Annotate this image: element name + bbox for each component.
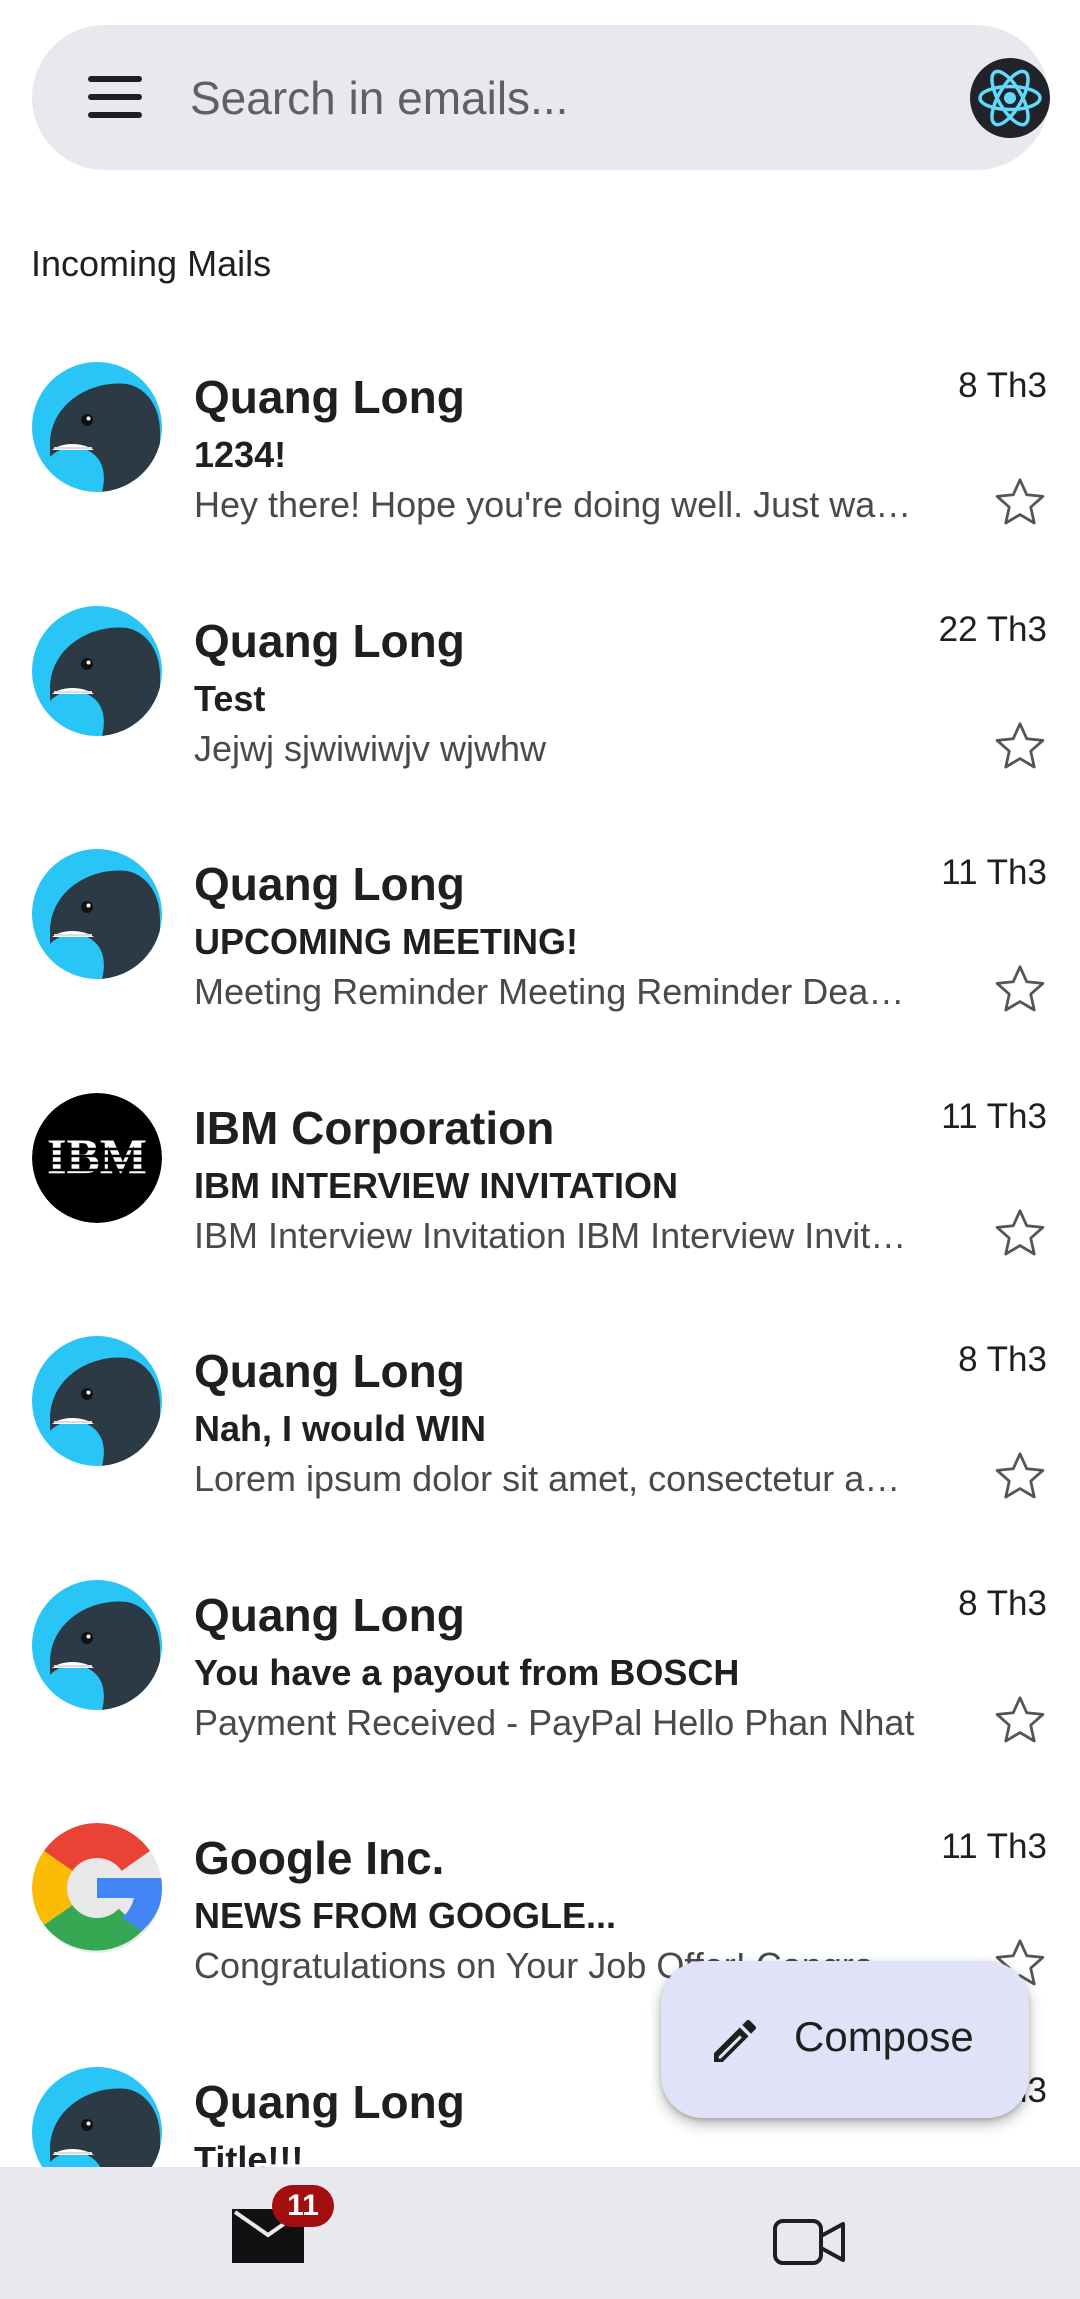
mail-preview: Lorem ipsum dolor sit amet, consectetur …: [194, 1458, 916, 1499]
mail-item[interactable]: Quang Long 22 Th3 Test Jejwj sjwiwiwjv wjwh…: [0, 605, 1080, 846]
mail-preview: Meeting Reminder Meeting Reminder Dear t…: [194, 971, 916, 1012]
pencil-icon: [714, 2019, 757, 2062]
sender-name: Quang Long: [194, 614, 465, 667]
star-icon[interactable]: [992, 474, 1048, 530]
sender-avatar: [32, 1579, 162, 1710]
mail-date: 11 Th3: [941, 1096, 1047, 1136]
star-icon[interactable]: [992, 718, 1048, 774]
sender-avatar: [32, 1336, 162, 1466]
mail-list: Quang Long 8 Th3 1234! Hey there! Hope you'…: [0, 0, 1080, 2167]
sender-name: Quang Long: [194, 2075, 465, 2128]
bottom-navigation: 11: [0, 2167, 1080, 2299]
mail-subject: Title!!!: [194, 2138, 304, 2168]
mail-item[interactable]: Quang Long 11 Th3 UPCOMING MEETING! Meeting…: [0, 849, 1080, 1089]
sender-name: Quang Long: [194, 858, 465, 910]
sender-avatar: [32, 362, 162, 492]
star-icon[interactable]: [992, 1692, 1048, 1748]
sender-avatar: [32, 849, 162, 979]
sender-avatar: [32, 1823, 162, 1953]
sender-name: Quang Long: [194, 371, 465, 423]
star-icon[interactable]: [992, 961, 1048, 1017]
sender-name: IBM Corporation: [194, 1101, 555, 1154]
mail-item[interactable]: Quang Long 8 Th3 Nah, I would WIN Lorem ips…: [0, 1336, 1080, 1576]
mail-item[interactable]: IBM IBM Corporation 11 Th3 IBM INTERVIEW I…: [0, 1092, 1080, 1333]
star-icon[interactable]: [992, 1448, 1048, 1504]
mail-preview: Payment Received - PayPal Hello Phan Nha…: [194, 1701, 915, 1743]
sender-name: Quang Long: [194, 1588, 465, 1641]
unread-badge: 11: [272, 2185, 334, 2227]
video-camera-icon[interactable]: [773, 2219, 845, 2265]
mail-date: 11 Th3: [941, 853, 1047, 892]
mail-item[interactable]: Quang Long 8 Th3 1234! Hey there! Hope you'…: [0, 362, 1080, 602]
mail-subject: IBM INTERVIEW INVITATION: [194, 1164, 678, 1206]
mail-subject: Test: [194, 677, 266, 719]
mail-preview: Hey there! Hope you're doing well. Just …: [194, 484, 916, 525]
mail-subject: UPCOMING MEETING!: [194, 921, 578, 962]
mail-date: 8 Th3: [958, 1583, 1047, 1623]
sender-avatar: IBM: [32, 1092, 162, 1223]
mail-item[interactable]: Quang Long 8 Th3 You have a payout from BO…: [0, 1579, 1080, 1820]
sender-avatar: [32, 2066, 162, 2167]
sender-name: Google Inc.: [194, 1832, 445, 1884]
compose-label: Compose: [794, 2013, 974, 2060]
mail-date: 11 Th3: [941, 1827, 1047, 1866]
mail-date: 8 Th3: [958, 366, 1047, 405]
mail-subject: NEWS FROM GOOGLE...: [194, 1895, 616, 1936]
sender-name: Quang Long: [194, 1345, 465, 1397]
mail-subject: 1234!: [194, 434, 287, 475]
mail-date: 8 Th3: [958, 1340, 1047, 1379]
mail-subject: Nah, I would WIN: [194, 1408, 486, 1449]
mail-preview: Jejwj sjwiwiwjv wjwhw: [194, 727, 547, 769]
mail-preview: IBM Interview Invitation IBM Interview I…: [194, 1214, 916, 1256]
compose-button[interactable]: Compose: [661, 1961, 1029, 2118]
sender-avatar: [32, 605, 162, 736]
star-icon[interactable]: [992, 1205, 1048, 1261]
mail-subject: You have a payout from BOSCH: [194, 1651, 740, 1693]
mail-date: 22 Th3: [938, 609, 1047, 649]
